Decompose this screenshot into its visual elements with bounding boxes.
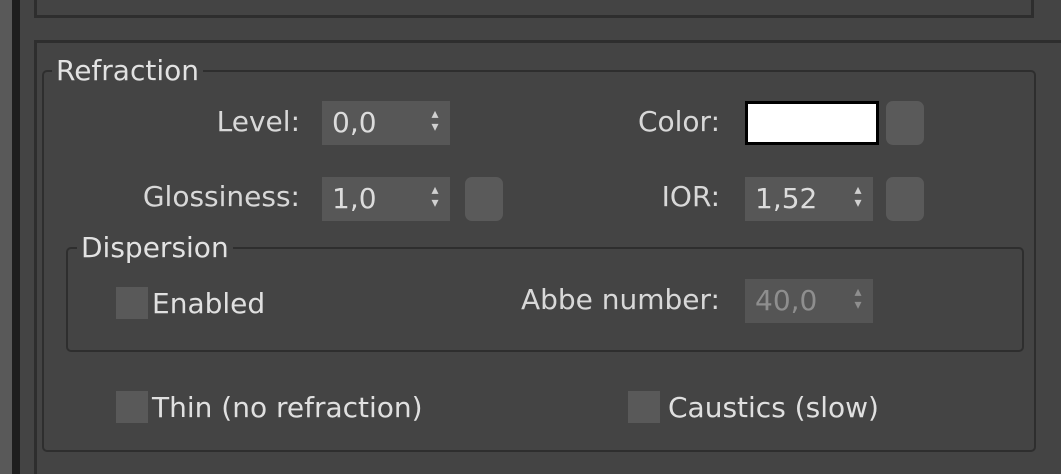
spinner-arrows-icon[interactable]: ▴ ▾ <box>851 183 865 214</box>
refraction-group-title: Refraction <box>52 56 203 86</box>
ior-map-button[interactable] <box>886 177 924 221</box>
previous-rollout-edge <box>34 0 1034 18</box>
level-spinner[interactable]: 0,0 ▴ ▾ <box>322 101 450 145</box>
thin-label[interactable]: Thin (no refraction) <box>152 391 423 425</box>
dispersion-enabled-label[interactable]: Enabled <box>152 287 265 321</box>
refraction-color-swatch[interactable] <box>745 101 879 145</box>
ior-value[interactable]: 1,52 <box>755 181 817 217</box>
dispersion-group-title: Dispersion <box>77 233 233 263</box>
thin-checkbox[interactable] <box>116 391 148 423</box>
level-label: Level: <box>216 105 300 138</box>
spinner-arrows-icon[interactable]: ▴ ▾ <box>428 107 442 138</box>
material-editor-panel: Refraction Level: 0,0 ▴ ▾ Color: Glossine… <box>0 0 1061 474</box>
glossiness-map-button[interactable] <box>465 177 503 221</box>
color-label: Color: <box>637 105 720 138</box>
left-panel-divider <box>12 0 20 474</box>
glossiness-spinner[interactable]: 1,0 ▴ ▾ <box>322 177 450 221</box>
caustics-checkbox[interactable] <box>628 391 660 423</box>
abbe-number-spinner[interactable]: 40,0 ▴ ▾ <box>745 279 873 323</box>
ior-spinner[interactable]: 1,52 ▴ ▾ <box>745 177 873 221</box>
spinner-arrows-icon[interactable]: ▴ ▾ <box>851 285 865 316</box>
left-scrollbar-track[interactable] <box>0 0 12 474</box>
caustics-label[interactable]: Caustics (slow) <box>668 391 879 425</box>
abbe-number-label: Abbe number: <box>520 283 720 316</box>
dispersion-enabled-checkbox[interactable] <box>116 287 148 319</box>
color-map-button[interactable] <box>886 101 924 145</box>
glossiness-label: Glossiness: <box>142 180 300 213</box>
spinner-arrows-icon[interactable]: ▴ ▾ <box>428 183 442 214</box>
ior-label: IOR: <box>661 180 720 213</box>
glossiness-value[interactable]: 1,0 <box>332 181 377 217</box>
abbe-number-value[interactable]: 40,0 <box>755 283 817 319</box>
level-value[interactable]: 0,0 <box>332 105 377 141</box>
